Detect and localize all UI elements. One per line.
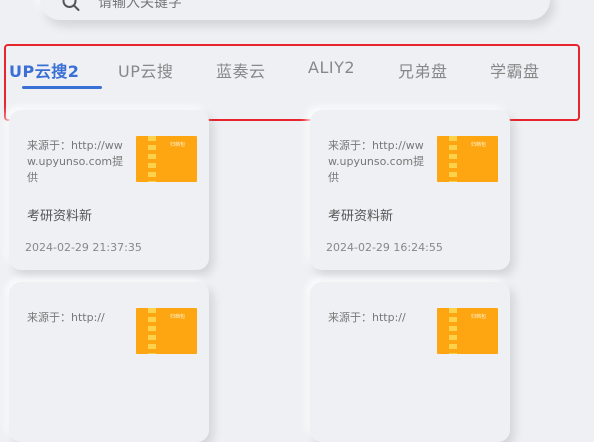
- thumbnail-label: 归档包: [471, 314, 487, 320]
- result-card[interactable]: 来源于：http://www.upyunso.com提供 归档包 考研资料新 2…: [310, 110, 510, 270]
- tab-xiongdi-pan[interactable]: 兄弟盘: [398, 58, 448, 82]
- search-icon: [62, 0, 80, 11]
- tab-up-yunsou[interactable]: UP云搜: [118, 58, 173, 82]
- search-input[interactable]: [98, 0, 398, 14]
- zipper-icon: [148, 136, 156, 182]
- search-bar[interactable]: [40, 0, 550, 20]
- zipper-icon: [449, 136, 457, 182]
- card-title: 考研资料新: [27, 209, 93, 224]
- card-date: 2024-02-29 21:37:35: [25, 241, 142, 254]
- tab-xueba-pan[interactable]: 学霸盘: [490, 58, 540, 82]
- card-date: 2024-02-29 16:24:55: [326, 241, 443, 254]
- card-source: 来源于：http://: [27, 311, 105, 324]
- result-card[interactable]: 来源于：http:// 归档包: [310, 282, 510, 442]
- archive-thumbnail: 归档包: [437, 136, 498, 182]
- tab-up-yunsou-2[interactable]: UP云搜2: [9, 58, 79, 82]
- result-card[interactable]: 来源于：http:// 归档包: [9, 282, 209, 442]
- result-card[interactable]: 来源于：http://www.upyunso.com提供 归档包 考研资料新 2…: [9, 110, 209, 270]
- archive-thumbnail: 归档包: [136, 308, 197, 354]
- active-tab-indicator: [22, 86, 102, 89]
- card-source: 来源于：http://www.upyunso.com提供: [328, 139, 425, 184]
- archive-thumbnail: 归档包: [136, 136, 197, 182]
- card-title: 考研资料新: [328, 209, 394, 224]
- zipper-icon: [449, 308, 457, 354]
- zipper-icon: [148, 308, 156, 354]
- tab-lanzou-cloud[interactable]: 蓝奏云: [216, 58, 266, 82]
- tab-aliy2[interactable]: ALIY2: [308, 58, 355, 77]
- card-source: 来源于：http://www.upyunso.com提供: [27, 139, 124, 184]
- thumbnail-label: 归档包: [170, 142, 186, 148]
- card-source: 来源于：http://: [328, 311, 406, 324]
- thumbnail-label: 归档包: [471, 142, 487, 148]
- archive-thumbnail: 归档包: [437, 308, 498, 354]
- thumbnail-label: 归档包: [170, 314, 186, 320]
